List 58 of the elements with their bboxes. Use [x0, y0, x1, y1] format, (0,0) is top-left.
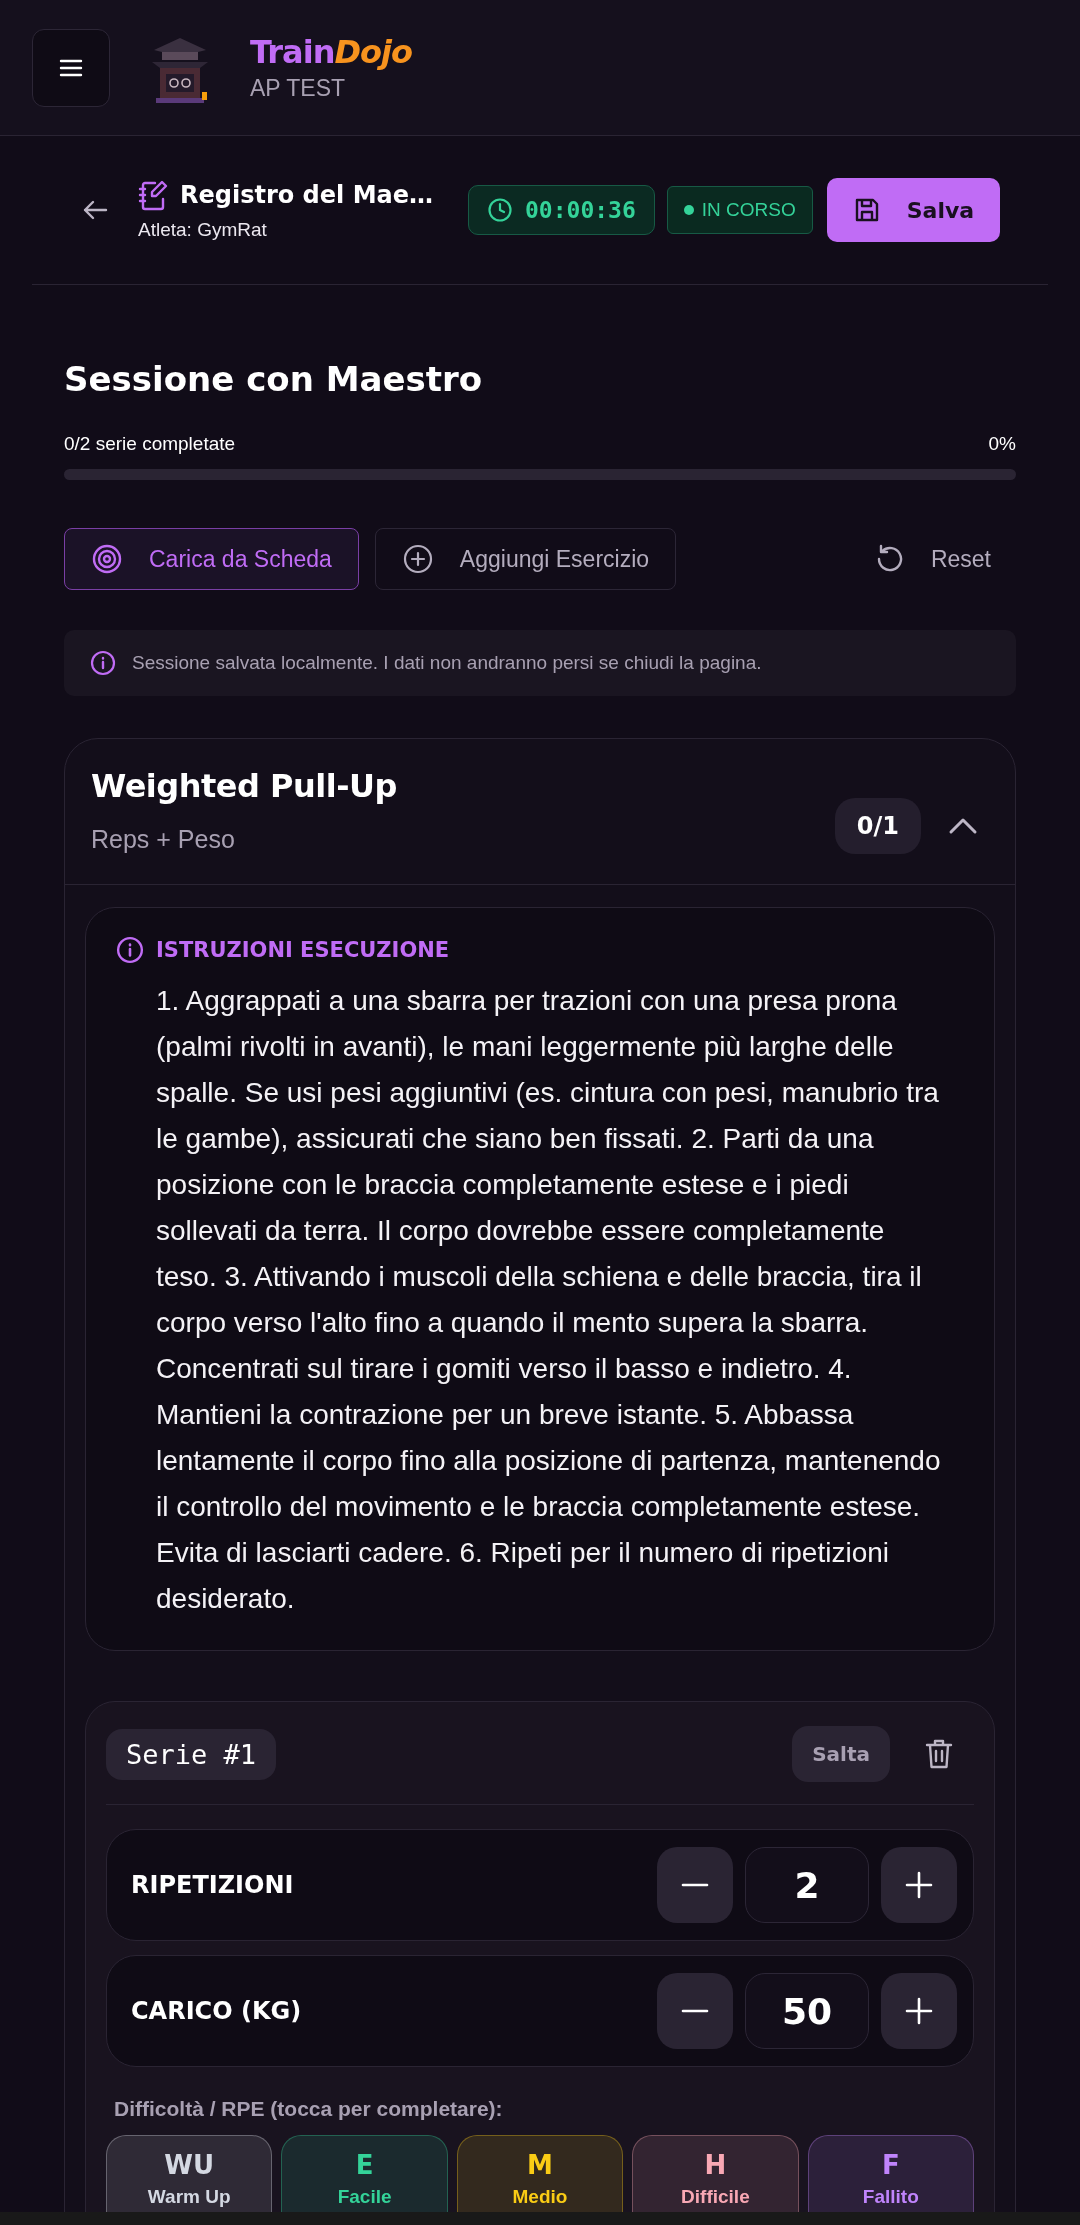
field-label: RIPETIZIONI [131, 1871, 295, 1899]
timer-text: 00:00:36 [525, 197, 636, 223]
rpe-prompt: Difficoltà / RPE (tocca per completare): [114, 2097, 504, 2121]
difficulty-code: H [704, 2150, 727, 2180]
log-title: Registro del Mae… [180, 181, 433, 209]
increment-button[interactable] [881, 1973, 957, 2049]
status-text: IN CORSO [701, 199, 796, 221]
action-button[interactable]: Reset [845, 528, 1016, 590]
difficulty-button[interactable]: H Difficile [632, 2135, 799, 2212]
info-icon [116, 936, 144, 964]
difficulty-label: Facile [337, 2186, 392, 2208]
menu-button[interactable] [32, 28, 110, 107]
brand-name: Dojo [334, 33, 412, 71]
difficulty-label: Medio [512, 2186, 568, 2208]
progress-label: 0/2 serie completate [64, 433, 236, 455]
instructions-title: ISTRUZIONI ESECUZIONE [156, 938, 450, 962]
clock-icon [487, 197, 513, 223]
notebook-icon [138, 179, 168, 211]
status-dot [683, 205, 694, 215]
brand-name: Train [250, 33, 335, 71]
save-button[interactable]: Salva [826, 178, 1001, 242]
difficulty-label: Fallito [862, 2186, 919, 2208]
skip-button[interactable]: Salta [792, 1726, 890, 1782]
plus-circle-icon [401, 543, 434, 575]
plus-icon [905, 1871, 933, 1899]
info-text: Sessione salvata localmente. I dati non andranno persi se chiudi la pagina. [132, 652, 762, 674]
set-count: 0/1 [834, 797, 921, 854]
minus-icon [681, 2009, 709, 2013]
value-field[interactable]: 50 [745, 1973, 869, 2049]
difficulty-button[interactable]: F Fallito [807, 2135, 974, 2212]
athlete-name: Atleta: GymRat [138, 219, 268, 241]
value-field[interactable]: 2 [745, 1847, 869, 1923]
difficulty-label: Warm Up [147, 2186, 231, 2208]
menu-icon [59, 57, 83, 78]
set-label: Serie #1 [106, 1728, 277, 1780]
difficulty-button[interactable]: E Facile [281, 2135, 448, 2212]
difficulty-code: F [881, 2150, 900, 2180]
progress-percent: 0% [988, 433, 1016, 455]
instructions-text: 1. Aggrappati a una sbarra per trazioni con una presa prona (palmi rivolti in avanti), le mani leggermente più larghe delle spalle. Se usi pesi aggiuntivi (es. cintura con pesi, manubrio tra le gambe), assicurati che siano ben fissati. 2. Parti da una posizione con le braccia completamente estese e i piedi sollevati da terra. Il corpo dovrebbe essere completamente teso. 3. Attivando i muscoli della schiena e delle braccia, tira il corpo verso l'alto fino a quando il mento supera la sbarra. Concentrati sul tirare i gomiti verso il basso e indietro. 4. Mantieni la contrazione per un breve istante. 5. Abbassa lentamente il corpo fino alla posizione di partenza, mantenendo il controllo del movimento e le braccia completamente estese. Evita di lasciarti cadere. 6. Ripeti per il numero di ripetizioni desiderato. [156, 984, 942, 1616]
exercise-type: Reps + Peso [91, 825, 236, 854]
brand-subtitle: AP TEST [250, 75, 347, 102]
target-icon [91, 543, 123, 575]
difficulty-label: Difficile [681, 2186, 750, 2208]
action-button[interactable]: Aggiungi Esercizio [374, 528, 677, 590]
session-title: Sessione con Maestro [64, 359, 484, 399]
increment-button[interactable] [881, 1847, 957, 1923]
back-arrow-icon[interactable] [82, 199, 108, 221]
info-icon [90, 650, 116, 676]
trash-icon[interactable] [924, 1738, 954, 1770]
difficulty-code: E [355, 2150, 374, 2180]
field-label: CARICO (KG) [131, 1997, 303, 2025]
difficulty-button[interactable]: M Medio [456, 2135, 624, 2212]
action-button[interactable]: Carica da Scheda [64, 528, 359, 590]
difficulty-code: WU [164, 2150, 215, 2180]
exercise-name: Weighted Pull-Up [91, 767, 398, 805]
minus-icon [681, 1883, 709, 1887]
difficulty-code: M [527, 2150, 553, 2180]
plus-icon [905, 1997, 933, 2025]
